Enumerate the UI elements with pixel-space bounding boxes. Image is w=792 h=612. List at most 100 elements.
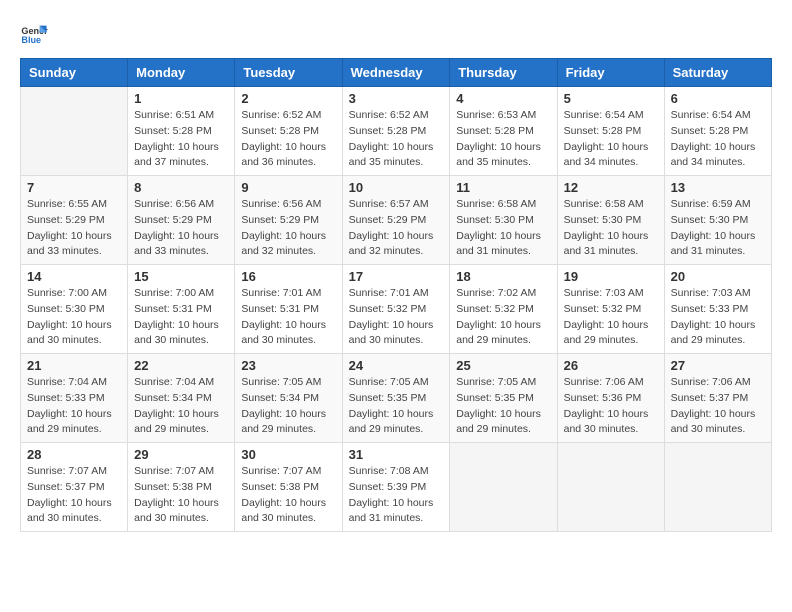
calendar-cell: 16 Sunrise: 7:01 AMSunset: 5:31 PMDayligh… [235, 265, 342, 354]
logo: General Blue [20, 20, 52, 48]
day-number: 23 [241, 358, 335, 373]
day-number: 16 [241, 269, 335, 284]
calendar-week-row: 1 Sunrise: 6:51 AMSunset: 5:28 PMDaylight… [21, 87, 772, 176]
calendar-cell: 30 Sunrise: 7:07 AMSunset: 5:38 PMDayligh… [235, 443, 342, 532]
day-number: 10 [349, 180, 444, 195]
calendar-cell: 1 Sunrise: 6:51 AMSunset: 5:28 PMDaylight… [128, 87, 235, 176]
day-number: 25 [456, 358, 550, 373]
day-number: 1 [134, 91, 228, 106]
day-number: 28 [27, 447, 121, 462]
day-number: 4 [456, 91, 550, 106]
day-number: 24 [349, 358, 444, 373]
day-info: Sunrise: 6:51 AMSunset: 5:28 PMDaylight:… [134, 108, 228, 171]
day-number: 7 [27, 180, 121, 195]
calendar-cell: 31 Sunrise: 7:08 AMSunset: 5:39 PMDayligh… [342, 443, 450, 532]
day-number: 8 [134, 180, 228, 195]
day-info: Sunrise: 6:53 AMSunset: 5:28 PMDaylight:… [456, 108, 550, 171]
day-number: 19 [564, 269, 658, 284]
day-info: Sunrise: 6:52 AMSunset: 5:28 PMDaylight:… [241, 108, 335, 171]
day-number: 2 [241, 91, 335, 106]
day-of-week-header: Monday [128, 59, 235, 87]
day-info: Sunrise: 6:55 AMSunset: 5:29 PMDaylight:… [27, 197, 121, 260]
calendar-cell: 18 Sunrise: 7:02 AMSunset: 5:32 PMDayligh… [450, 265, 557, 354]
calendar-cell: 19 Sunrise: 7:03 AMSunset: 5:32 PMDayligh… [557, 265, 664, 354]
day-number: 18 [456, 269, 550, 284]
calendar-cell: 26 Sunrise: 7:06 AMSunset: 5:36 PMDayligh… [557, 354, 664, 443]
calendar-cell: 6 Sunrise: 6:54 AMSunset: 5:28 PMDaylight… [664, 87, 771, 176]
day-info: Sunrise: 7:07 AMSunset: 5:37 PMDaylight:… [27, 464, 121, 527]
day-number: 31 [349, 447, 444, 462]
day-of-week-header: Wednesday [342, 59, 450, 87]
day-info: Sunrise: 6:56 AMSunset: 5:29 PMDaylight:… [134, 197, 228, 260]
day-info: Sunrise: 6:57 AMSunset: 5:29 PMDaylight:… [349, 197, 444, 260]
day-number: 17 [349, 269, 444, 284]
calendar-cell: 3 Sunrise: 6:52 AMSunset: 5:28 PMDaylight… [342, 87, 450, 176]
day-info: Sunrise: 7:06 AMSunset: 5:37 PMDaylight:… [671, 375, 765, 438]
day-info: Sunrise: 6:52 AMSunset: 5:28 PMDaylight:… [349, 108, 444, 171]
calendar-cell: 11 Sunrise: 6:58 AMSunset: 5:30 PMDayligh… [450, 176, 557, 265]
day-info: Sunrise: 7:00 AMSunset: 5:31 PMDaylight:… [134, 286, 228, 349]
day-number: 6 [671, 91, 765, 106]
day-number: 22 [134, 358, 228, 373]
calendar-cell: 22 Sunrise: 7:04 AMSunset: 5:34 PMDayligh… [128, 354, 235, 443]
calendar-cell: 7 Sunrise: 6:55 AMSunset: 5:29 PMDaylight… [21, 176, 128, 265]
calendar-cell: 27Sunrise: 7:06 AMSunset: 5:37 PMDayligh… [664, 354, 771, 443]
day-number: 26 [564, 358, 658, 373]
day-info: Sunrise: 7:02 AMSunset: 5:32 PMDaylight:… [456, 286, 550, 349]
calendar-cell: 28 Sunrise: 7:07 AMSunset: 5:37 PMDayligh… [21, 443, 128, 532]
day-info: Sunrise: 7:03 AMSunset: 5:33 PMDaylight:… [671, 286, 765, 349]
calendar-cell [450, 443, 557, 532]
calendar-cell: 29 Sunrise: 7:07 AMSunset: 5:38 PMDayligh… [128, 443, 235, 532]
calendar-cell: 12Sunrise: 6:58 AMSunset: 5:30 PMDayligh… [557, 176, 664, 265]
day-number: 30 [241, 447, 335, 462]
day-of-week-header: Sunday [21, 59, 128, 87]
day-number: 9 [241, 180, 335, 195]
calendar-table: SundayMondayTuesdayWednesdayThursdayFrid… [20, 58, 772, 532]
calendar-header-row: SundayMondayTuesdayWednesdayThursdayFrid… [21, 59, 772, 87]
logo-icon: General Blue [20, 20, 48, 48]
day-info: Sunrise: 7:01 AMSunset: 5:31 PMDaylight:… [241, 286, 335, 349]
day-info: Sunrise: 7:05 AMSunset: 5:35 PMDaylight:… [456, 375, 550, 438]
day-info: Sunrise: 7:08 AMSunset: 5:39 PMDaylight:… [349, 464, 444, 527]
page-header: General Blue [20, 20, 772, 48]
day-info: Sunrise: 7:03 AMSunset: 5:32 PMDaylight:… [564, 286, 658, 349]
calendar-cell: 10 Sunrise: 6:57 AMSunset: 5:29 PMDayligh… [342, 176, 450, 265]
calendar-week-row: 14 Sunrise: 7:00 AMSunset: 5:30 PMDayligh… [21, 265, 772, 354]
svg-text:Blue: Blue [21, 35, 41, 45]
day-info: Sunrise: 7:00 AMSunset: 5:30 PMDaylight:… [27, 286, 121, 349]
day-number: 15 [134, 269, 228, 284]
day-info: Sunrise: 7:06 AMSunset: 5:36 PMDaylight:… [564, 375, 658, 438]
calendar-week-row: 28 Sunrise: 7:07 AMSunset: 5:37 PMDayligh… [21, 443, 772, 532]
day-number: 20 [671, 269, 765, 284]
day-of-week-header: Friday [557, 59, 664, 87]
day-info: Sunrise: 7:07 AMSunset: 5:38 PMDaylight:… [241, 464, 335, 527]
calendar-cell: 21 Sunrise: 7:04 AMSunset: 5:33 PMDayligh… [21, 354, 128, 443]
day-info: Sunrise: 6:54 AMSunset: 5:28 PMDaylight:… [564, 108, 658, 171]
calendar-cell: 5Sunrise: 6:54 AMSunset: 5:28 PMDaylight… [557, 87, 664, 176]
day-info: Sunrise: 6:56 AMSunset: 5:29 PMDaylight:… [241, 197, 335, 260]
day-info: Sunrise: 7:07 AMSunset: 5:38 PMDaylight:… [134, 464, 228, 527]
day-of-week-header: Saturday [664, 59, 771, 87]
day-info: Sunrise: 7:04 AMSunset: 5:33 PMDaylight:… [27, 375, 121, 438]
calendar-cell [21, 87, 128, 176]
day-number: 11 [456, 180, 550, 195]
calendar-cell: 15 Sunrise: 7:00 AMSunset: 5:31 PMDayligh… [128, 265, 235, 354]
day-number: 21 [27, 358, 121, 373]
calendar-cell: 2 Sunrise: 6:52 AMSunset: 5:28 PMDaylight… [235, 87, 342, 176]
day-of-week-header: Thursday [450, 59, 557, 87]
calendar-cell: 4 Sunrise: 6:53 AMSunset: 5:28 PMDaylight… [450, 87, 557, 176]
day-info: Sunrise: 6:54 AMSunset: 5:28 PMDaylight:… [671, 108, 765, 171]
calendar-cell: 23Sunrise: 7:05 AMSunset: 5:34 PMDayligh… [235, 354, 342, 443]
day-info: Sunrise: 7:04 AMSunset: 5:34 PMDaylight:… [134, 375, 228, 438]
day-number: 3 [349, 91, 444, 106]
day-info: Sunrise: 6:58 AMSunset: 5:30 PMDaylight:… [564, 197, 658, 260]
calendar-cell: 8 Sunrise: 6:56 AMSunset: 5:29 PMDaylight… [128, 176, 235, 265]
day-number: 13 [671, 180, 765, 195]
day-number: 14 [27, 269, 121, 284]
day-info: Sunrise: 6:58 AMSunset: 5:30 PMDaylight:… [456, 197, 550, 260]
calendar-cell: 9 Sunrise: 6:56 AMSunset: 5:29 PMDaylight… [235, 176, 342, 265]
calendar-cell [557, 443, 664, 532]
day-number: 29 [134, 447, 228, 462]
day-of-week-header: Tuesday [235, 59, 342, 87]
calendar-cell: 17Sunrise: 7:01 AMSunset: 5:32 PMDayligh… [342, 265, 450, 354]
